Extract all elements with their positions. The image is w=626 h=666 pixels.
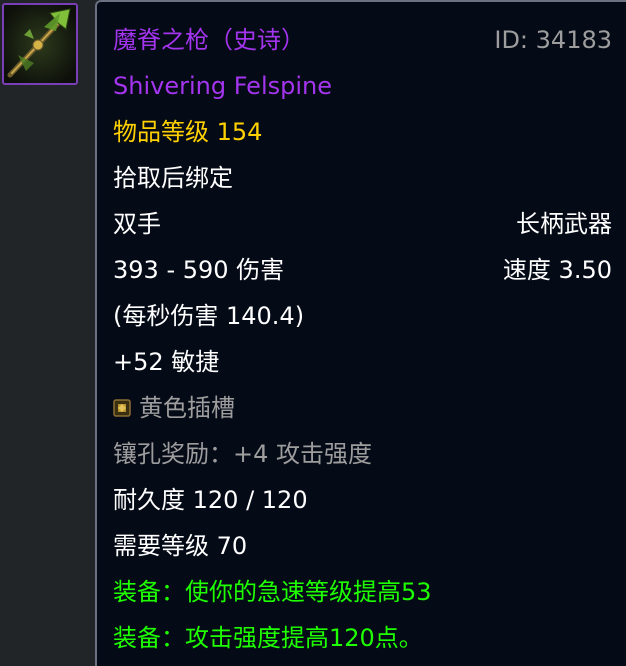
equip-effect-1-row: 装备：使你的急速等级提高53: [113, 575, 612, 609]
item-level-row: 物品等级 154: [113, 115, 612, 149]
item-title-row: 魔脊之枪（史诗） ID: 34183: [113, 23, 612, 57]
item-name-en-row: Shivering Felspine: [113, 69, 612, 103]
equip-effect-2-row: 装备：攻击强度提高120点。: [113, 621, 612, 655]
item-slot: 双手: [113, 210, 161, 238]
durability-row: 耐久度 120 / 120: [113, 483, 612, 517]
equip-effect-haste: 装备：使你的急速等级提高53: [113, 578, 432, 606]
damage-per-second: (每秒伤害 140.4): [113, 302, 305, 330]
socket-label: 黄色插槽: [139, 394, 235, 422]
slot-row: 双手 长柄武器: [113, 207, 612, 241]
bind-row: 拾取后绑定: [113, 161, 612, 195]
polearm-icon: [4, 5, 76, 83]
item-tooltip: 魔脊之枪（史诗） ID: 34183 Shivering Felspine 物品…: [95, 0, 626, 666]
required-level: 需要等级 70: [113, 532, 248, 560]
durability: 耐久度 120 / 120: [113, 486, 308, 514]
bind-type: 拾取后绑定: [113, 164, 233, 192]
damage-range: 393 - 590 伤害: [113, 256, 285, 284]
yellow-socket-icon: [113, 399, 131, 417]
required-level-row: 需要等级 70: [113, 529, 612, 563]
item-type: 长柄武器: [516, 210, 612, 238]
item-level: 物品等级 154: [113, 118, 263, 146]
item-name-en: Shivering Felspine: [113, 72, 332, 100]
item-icon-frame[interactable]: [2, 3, 78, 85]
damage-row: 393 - 590 伤害 速度 3.50: [113, 253, 612, 287]
weapon-speed: 速度 3.50: [502, 256, 612, 284]
socket-row: 黄色插槽: [113, 391, 612, 425]
item-id: ID: 34183: [494, 26, 612, 54]
item-name-cn[interactable]: 魔脊之枪（史诗）: [113, 23, 305, 57]
socket-entry: 黄色插槽: [113, 391, 235, 425]
dps-row: (每秒伤害 140.4): [113, 299, 612, 333]
stat-row: +52 敏捷: [113, 345, 612, 379]
agility-stat: +52 敏捷: [113, 348, 220, 376]
socket-bonus: 镶孔奖励：+4 攻击强度: [113, 440, 373, 468]
socket-bonus-row: 镶孔奖励：+4 攻击强度: [113, 437, 612, 471]
equip-effect-attack-power: 装备：攻击强度提高120点。: [113, 624, 423, 652]
